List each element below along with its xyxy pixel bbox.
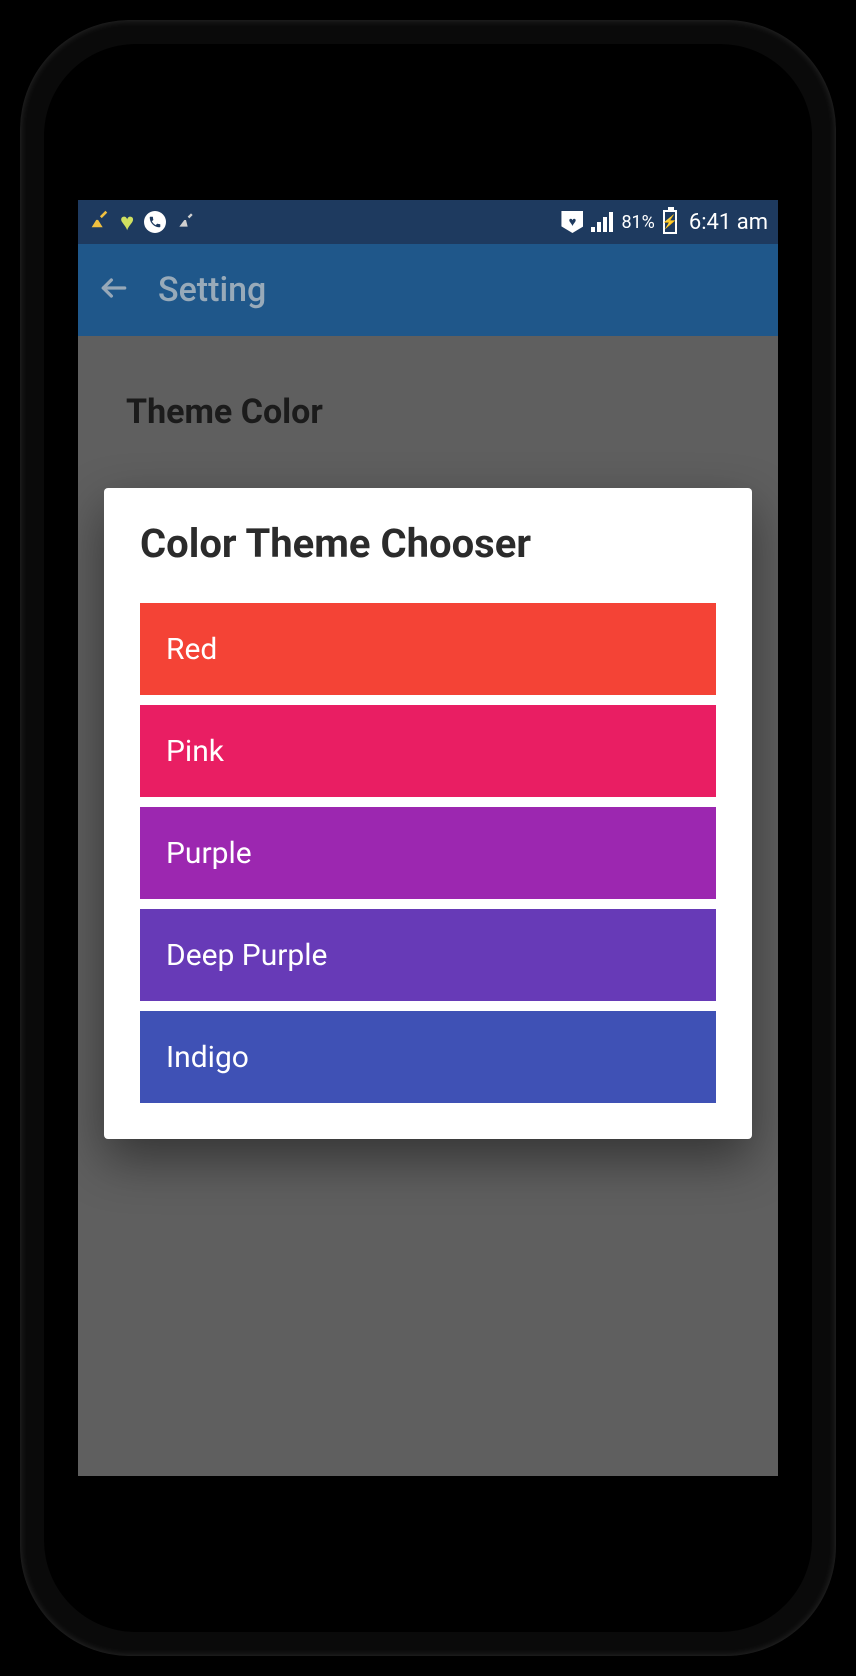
brush-icon — [176, 210, 196, 235]
screen: ♥ ♥ 81% ⚡ 6:41 am — [78, 200, 778, 1476]
back-icon[interactable] — [98, 272, 130, 308]
color-option-indigo[interactable]: Indigo — [140, 1011, 716, 1103]
heart-icon: ♥ — [120, 208, 134, 237]
color-option-purple[interactable]: Purple — [140, 807, 716, 899]
appbar-title: Setting — [158, 270, 266, 310]
phone-icon — [144, 211, 166, 233]
color-option-pink[interactable]: Pink — [140, 705, 716, 797]
dialog-title: Color Theme Chooser — [140, 520, 716, 567]
signal-icon — [591, 212, 613, 232]
tag-icon: ♥ — [561, 211, 583, 233]
color-option-deep-purple[interactable]: Deep Purple — [140, 909, 716, 1001]
status-right: ♥ 81% ⚡ 6:41 am — [561, 210, 768, 235]
cleaner-icon — [88, 208, 110, 236]
battery-icon: ⚡ — [663, 210, 677, 234]
color-option-list: Red Pink Purple Deep Purple Indigo — [140, 603, 716, 1103]
battery-percent: 81% — [621, 212, 654, 233]
phone-frame: ♥ ♥ 81% ⚡ 6:41 am — [20, 20, 836, 1656]
color-option-red[interactable]: Red — [140, 603, 716, 695]
color-chooser-dialog: Color Theme Chooser Red Pink Purple Deep… — [104, 488, 752, 1139]
status-bar: ♥ ♥ 81% ⚡ 6:41 am — [78, 200, 778, 244]
status-left: ♥ — [88, 208, 196, 237]
phone-inner: ♥ ♥ 81% ⚡ 6:41 am — [44, 44, 812, 1632]
app-bar: Setting — [78, 244, 778, 336]
status-time: 6:41 am — [689, 210, 768, 235]
